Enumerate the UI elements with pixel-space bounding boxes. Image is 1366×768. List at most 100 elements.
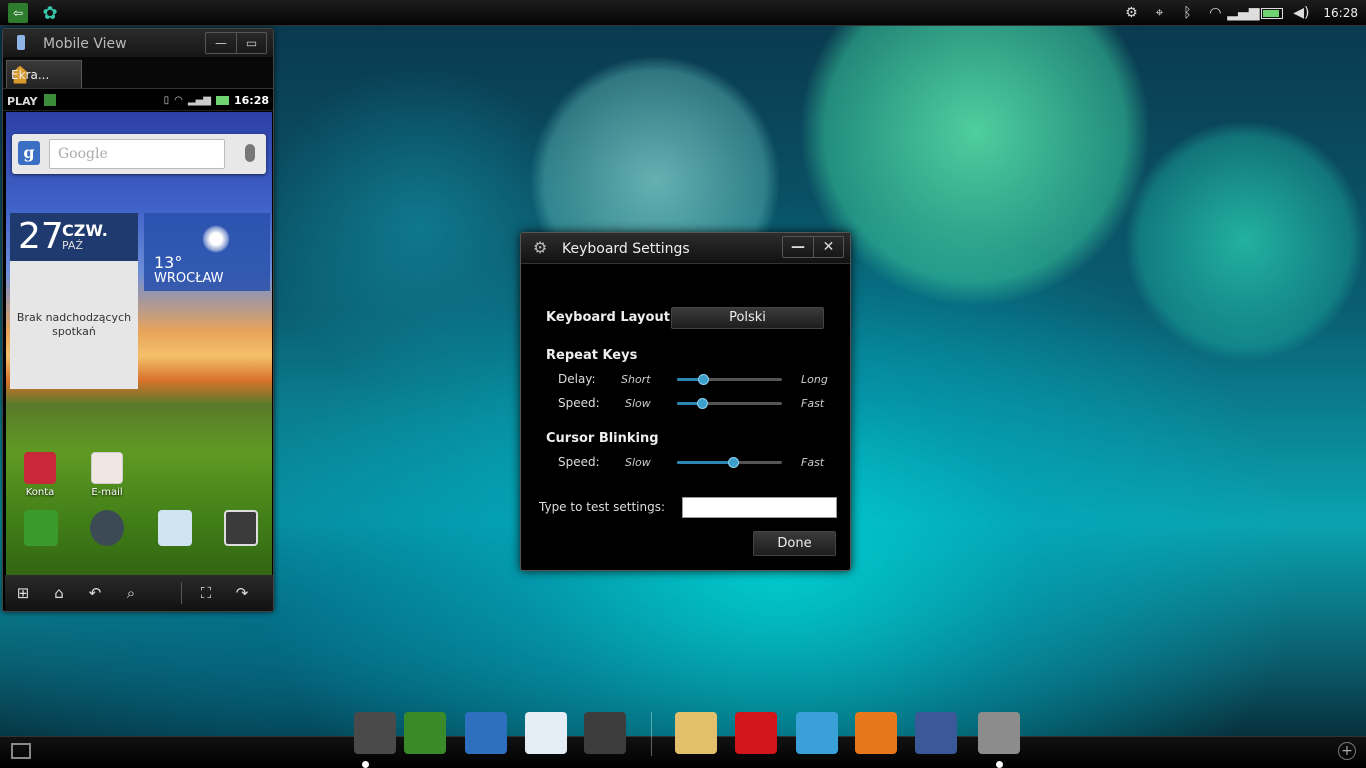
phone-icon[interactable] [354, 712, 396, 754]
running-indicator [362, 761, 369, 768]
gear-icon: ⚙ [533, 238, 548, 257]
app-label: E-mail [91, 487, 123, 498]
wifi-icon: ◠ [174, 95, 183, 106]
location-icon[interactable]: ⌖ [1149, 3, 1169, 23]
gear-icon[interactable]: ⚙ [1121, 3, 1141, 23]
email-icon[interactable] [525, 712, 567, 754]
wifi-icon[interactable]: ◠ [1205, 3, 1225, 23]
google-logo-icon: g [18, 141, 40, 165]
delay-min-label: Short [621, 373, 651, 386]
battery-icon [1261, 7, 1284, 19]
top-status-bar: ⇦ ✿ ⚙ ⌖ ᛒ ◠ ▂▄▆ ◀) 16:28 [0, 0, 1366, 26]
calendar-widget[interactable]: 27 CZW. PAŹ [10, 213, 138, 261]
contacts-icon[interactable] [465, 712, 507, 754]
slider-handle[interactable] [697, 398, 709, 409]
signal-icon: ▂▄▆ [1227, 5, 1260, 21]
app-drawer-icon[interactable] [224, 510, 258, 546]
test-input-field[interactable] [682, 497, 837, 518]
blink-speed-max-label: Fast [801, 456, 825, 469]
fullscreen-icon[interactable]: ⛶ [188, 584, 224, 602]
blink-speed-min-label: Slow [625, 456, 651, 469]
delay-max-label: Long [801, 373, 828, 386]
home-icon[interactable]: ⌂ [41, 584, 77, 602]
add-icon[interactable]: + [1338, 742, 1356, 760]
search-icon[interactable]: ⌕ [113, 584, 149, 602]
microphone-icon[interactable] [245, 144, 255, 162]
delay-label: Delay: [558, 372, 596, 386]
calendar-weekday: CZW. [62, 221, 108, 240]
carrier-label: PLAY [7, 95, 38, 108]
mobile-view-window: Mobile View — ▭ Ekra... PLAY ▯ ◠ ▂▄▆ 16:… [2, 28, 274, 612]
repeat-speed-slider[interactable] [677, 397, 782, 409]
minimize-button[interactable]: — [783, 237, 813, 257]
toolbar-divider [181, 582, 182, 604]
weather-temp: 13° [154, 253, 183, 272]
weather-widget[interactable]: 13° WROCŁAW [144, 213, 270, 291]
hd-video-icon[interactable] [584, 712, 626, 754]
calendar-day: 27 [18, 216, 64, 257]
app-email[interactable]: E-mail [79, 452, 135, 498]
bluetooth-icon[interactable]: ᛒ [1177, 3, 1197, 23]
messaging-icon[interactable] [158, 510, 192, 546]
keyboard-layout-select[interactable]: Polski [671, 307, 824, 329]
mobile-view-titlebar[interactable]: Mobile View — ▭ [3, 29, 273, 57]
close-button[interactable]: ✕ [813, 237, 843, 257]
window-list-icon[interactable] [11, 743, 31, 759]
minimize-button[interactable]: — [206, 33, 236, 53]
vibrate-icon: ▯ [163, 95, 170, 106]
dialer-icon[interactable] [404, 712, 446, 754]
delay-slider[interactable] [677, 373, 782, 385]
tab-home-screen[interactable]: Ekra... [6, 60, 82, 88]
phone-dock [6, 504, 272, 564]
app-label: Konta [25, 487, 55, 498]
repeat-speed-min-label: Slow [625, 397, 651, 410]
google-search-widget[interactable]: g Google [12, 134, 266, 174]
dialog-title: Keyboard Settings [562, 241, 690, 257]
repeat-keys-header: Repeat Keys [546, 348, 638, 363]
dialog-titlebar[interactable]: ⚙ Keyboard Settings — ✕ [521, 233, 850, 264]
app-konta[interactable]: Konta [12, 452, 68, 498]
cursor-blinking-header: Cursor Blinking [546, 431, 659, 446]
firefox-icon[interactable] [855, 712, 897, 754]
search-input[interactable]: Google [49, 139, 225, 169]
volume-icon[interactable]: ◀) [1291, 3, 1311, 23]
repeat-speed-label: Speed: [558, 396, 600, 410]
folder-icon[interactable] [675, 712, 717, 754]
webtop-icon[interactable]: ⇦ [8, 3, 28, 23]
tab-label: Ekra... [11, 67, 50, 82]
calendar-month: PAŹ [62, 239, 83, 252]
battery-icon [215, 96, 229, 105]
sun-icon [202, 225, 230, 253]
slider-handle[interactable] [698, 374, 710, 385]
mobile-view-toolbar: ⊞ ⌂ ↶ ⌕ ⛶ ↷ [5, 575, 273, 611]
weather-city: WROCŁAW [154, 271, 224, 286]
signal-icon: ▂▄▆ [187, 95, 211, 106]
email-icon [91, 452, 123, 484]
slider-handle[interactable] [727, 457, 739, 468]
rotate-icon[interactable]: ↷ [224, 584, 260, 602]
swirl-app-icon[interactable]: ✿ [40, 3, 60, 24]
settings-icon[interactable] [978, 712, 1020, 754]
maximize-button[interactable]: ▭ [236, 33, 266, 53]
motorola-icon[interactable] [735, 712, 777, 754]
repeat-speed-max-label: Fast [801, 397, 825, 410]
dialer-icon[interactable] [24, 510, 58, 546]
accounts-icon [24, 452, 56, 484]
notification-icon [44, 94, 56, 106]
phone-clock: 16:28 [233, 94, 269, 107]
phone-home-screen: g Google 27 CZW. PAŹ Brak nadchodzących … [6, 112, 272, 600]
clock: 16:28 [1323, 6, 1358, 20]
facebook-icon[interactable] [915, 712, 957, 754]
running-indicator [996, 761, 1003, 768]
done-button[interactable]: Done [753, 531, 836, 556]
phone-status-bar: PLAY ▯ ◠ ▂▄▆ 16:28 [3, 91, 273, 111]
agenda-text[interactable]: Brak nadchodzących spotkań [10, 261, 138, 389]
blink-speed-slider[interactable] [677, 456, 782, 468]
apps-grid-icon[interactable]: ⊞ [5, 584, 41, 602]
camera-icon[interactable] [90, 510, 124, 546]
film-icon[interactable] [796, 712, 838, 754]
phone-icon [17, 35, 25, 50]
test-settings-label: Type to test settings: [539, 500, 665, 514]
back-icon[interactable]: ↶ [77, 584, 113, 602]
window-title: Mobile View [43, 36, 127, 52]
